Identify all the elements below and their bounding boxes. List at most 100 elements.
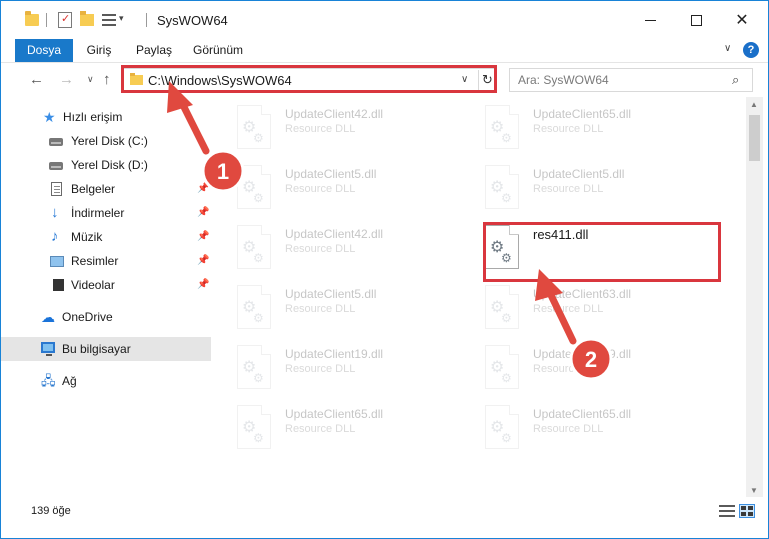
file-type: Resource DLL: [533, 423, 604, 435]
file-item[interactable]: ⚙ ⚙ UpdateClient19.dll Resource DLL: [211, 341, 451, 397]
tab-home[interactable]: Giriş: [79, 39, 119, 62]
address-bar[interactable]: C:\Windows\SysWOW64 ∨ ↻: [123, 68, 496, 92]
address-path[interactable]: C:\Windows\SysWOW64: [148, 73, 292, 88]
dll-file-icon: ⚙ ⚙: [485, 105, 519, 149]
file-list: ⚙ ⚙ UpdateClient42.dll Resource DLL ⚙ ⚙ Up…: [211, 97, 746, 497]
dll-file-icon: ⚙ ⚙: [237, 285, 271, 329]
tab-share[interactable]: Paylaş: [129, 39, 179, 62]
file-item[interactable]: ⚙ ⚙ UpdateClient63.dll Resource DLL: [459, 281, 699, 337]
tab-view[interactable]: Görünüm: [187, 39, 249, 62]
file-name: UpdateClient5.dll: [285, 287, 377, 301]
sidebar-item-pictures[interactable]: Resimler 📌: [1, 249, 211, 273]
file-name: UpdateClient5.dll: [533, 167, 625, 181]
gear-icon: ⚙: [253, 311, 264, 325]
file-item[interactable]: ⚙ ⚙ UpdateClient5.dll Resource DLL: [459, 161, 699, 217]
sidebar-item-onedrive[interactable]: ☁ OneDrive: [1, 305, 211, 329]
view-icon[interactable]: [102, 13, 116, 27]
help-icon[interactable]: ?: [743, 42, 759, 58]
sidebar-item-label: Hızlı erişim: [63, 110, 123, 124]
gear-icon: ⚙: [501, 251, 512, 265]
item-count: 139 öğe: [31, 505, 71, 517]
minimize-button[interactable]: [627, 1, 673, 39]
file-name: UpdateClient65.dll: [533, 407, 632, 421]
explorer-window: ▾ SysWOW64 ✕ Dosya Giriş Paylaş Görünüm …: [0, 0, 769, 539]
file-item[interactable]: ⚙ ⚙ UpdateClient65.dll Resource DLL: [459, 401, 699, 457]
scroll-down-icon[interactable]: ▼: [750, 486, 758, 495]
sidebar-item-music[interactable]: ♪ Müzik 📌: [1, 225, 211, 249]
dll-file-icon: ⚙ ⚙: [237, 405, 271, 449]
dll-file-icon: ⚙ ⚙: [237, 225, 271, 269]
scrollbar-thumb[interactable]: [749, 115, 760, 161]
gear-icon: ⚙: [253, 191, 264, 205]
pin-icon[interactable]: 📌: [197, 279, 209, 290]
back-arrow-icon[interactable]: ←: [29, 71, 44, 88]
status-bar: 139 öğe: [1, 499, 768, 525]
file-name: UpdateClient42.dll: [285, 107, 384, 121]
file-item[interactable]: ⚙ ⚙ UpdateClient65.dll Resource DLL: [459, 101, 699, 157]
quick-access-dropdown-icon[interactable]: ▾: [119, 13, 124, 33]
dll-file-icon: ⚙ ⚙: [485, 405, 519, 449]
file-type: Resource DLL: [285, 303, 356, 315]
folder-icon[interactable]: [25, 11, 39, 26]
sidebar-item-local-disk-d[interactable]: Yerel Disk (D:): [1, 153, 211, 177]
details-view-icon[interactable]: [719, 505, 735, 517]
sidebar-item-downloads[interactable]: ↓ İndirmeler 📌: [1, 201, 211, 225]
sidebar-item-network[interactable]: 🖧 Ağ: [1, 369, 211, 393]
refresh-icon[interactable]: ↻: [478, 70, 496, 90]
file-type: Resource DLL: [285, 123, 356, 135]
gear-icon: ⚙: [253, 371, 264, 385]
toolbar-divider: [46, 13, 47, 27]
dll-file-icon: ⚙ ⚙: [237, 165, 271, 209]
document-icon: [51, 182, 62, 196]
gear-icon: ⚙: [253, 131, 264, 145]
pin-icon[interactable]: 📌: [197, 231, 209, 242]
pin-icon[interactable]: 📌: [197, 183, 209, 194]
pin-icon[interactable]: 📌: [197, 207, 209, 218]
sidebar-item-this-pc[interactable]: Bu bilgisayar: [1, 337, 211, 361]
file-type: Resource DLL: [285, 423, 356, 435]
minimize-icon: [644, 19, 656, 21]
sidebar-item-label: İndirmeler: [71, 206, 125, 220]
file-item[interactable]: ⚙ ⚙ UpdateClient5.dll Resource DLL: [211, 281, 451, 337]
sidebar-item-label: OneDrive: [62, 310, 113, 324]
file-item[interactable]: ⚙ ⚙ UpdateClient19.dll Resource DLL: [459, 341, 699, 397]
maximize-icon: [690, 14, 702, 26]
file-type: Resource DLL: [533, 183, 604, 195]
file-item-res411[interactable]: ⚙ ⚙ res411.dll: [459, 221, 699, 277]
network-icon: 🖧: [41, 373, 56, 388]
properties-icon[interactable]: [58, 12, 72, 28]
vertical-scrollbar[interactable]: ▲ ▼: [746, 97, 763, 497]
sidebar-item-quick-access[interactable]: ★ Hızlı erişim: [1, 105, 211, 129]
close-button[interactable]: ✕: [719, 1, 765, 39]
file-name: UpdateClient42.dll: [285, 227, 384, 241]
sidebar-item-label: Yerel Disk (C:): [71, 134, 148, 148]
recent-locations-dropdown-icon[interactable]: ∨: [87, 74, 94, 85]
up-arrow-icon[interactable]: ↑: [103, 71, 111, 88]
download-icon: ↓: [51, 204, 59, 221]
sidebar-item-documents[interactable]: Belgeler 📌: [1, 177, 211, 201]
file-item[interactable]: ⚙ ⚙ UpdateClient5.dll Resource DLL: [211, 161, 451, 217]
sidebar-item-label: Ağ: [62, 374, 77, 388]
file-item[interactable]: ⚙ ⚙ UpdateClient42.dll Resource DLL: [211, 221, 451, 277]
sidebar-item-videos[interactable]: Videolar 📌: [1, 273, 211, 297]
navigation-pane: ★ Hızlı erişim Yerel Disk (C:) Yerel Dis…: [1, 97, 211, 497]
pin-icon[interactable]: 📌: [197, 255, 209, 266]
tab-file[interactable]: Dosya: [15, 39, 73, 62]
search-box[interactable]: Ara: SysWOW64 ⌕: [509, 68, 753, 92]
search-input[interactable]: Ara: SysWOW64: [518, 73, 609, 87]
sidebar-item-local-disk-c[interactable]: Yerel Disk (C:): [1, 129, 211, 153]
scroll-up-icon[interactable]: ▲: [750, 100, 758, 109]
address-dropdown-icon[interactable]: ∨: [461, 74, 468, 85]
computer-icon: [41, 342, 55, 356]
expand-ribbon-icon[interactable]: ∨: [724, 43, 731, 54]
file-type: Resource DLL: [533, 303, 604, 315]
forward-arrow-icon[interactable]: →: [59, 71, 74, 88]
new-folder-icon[interactable]: [80, 11, 94, 26]
file-item[interactable]: ⚙ ⚙ UpdateClient65.dll Resource DLL: [211, 401, 451, 457]
file-item[interactable]: ⚙ ⚙ UpdateClient42.dll Resource DLL: [211, 101, 451, 157]
file-name: UpdateClient19.dll: [285, 347, 384, 361]
large-icons-view-icon[interactable]: [739, 504, 755, 518]
music-icon: ♪: [51, 228, 59, 245]
maximize-button[interactable]: [673, 1, 719, 39]
search-icon[interactable]: ⌕: [732, 72, 739, 88]
